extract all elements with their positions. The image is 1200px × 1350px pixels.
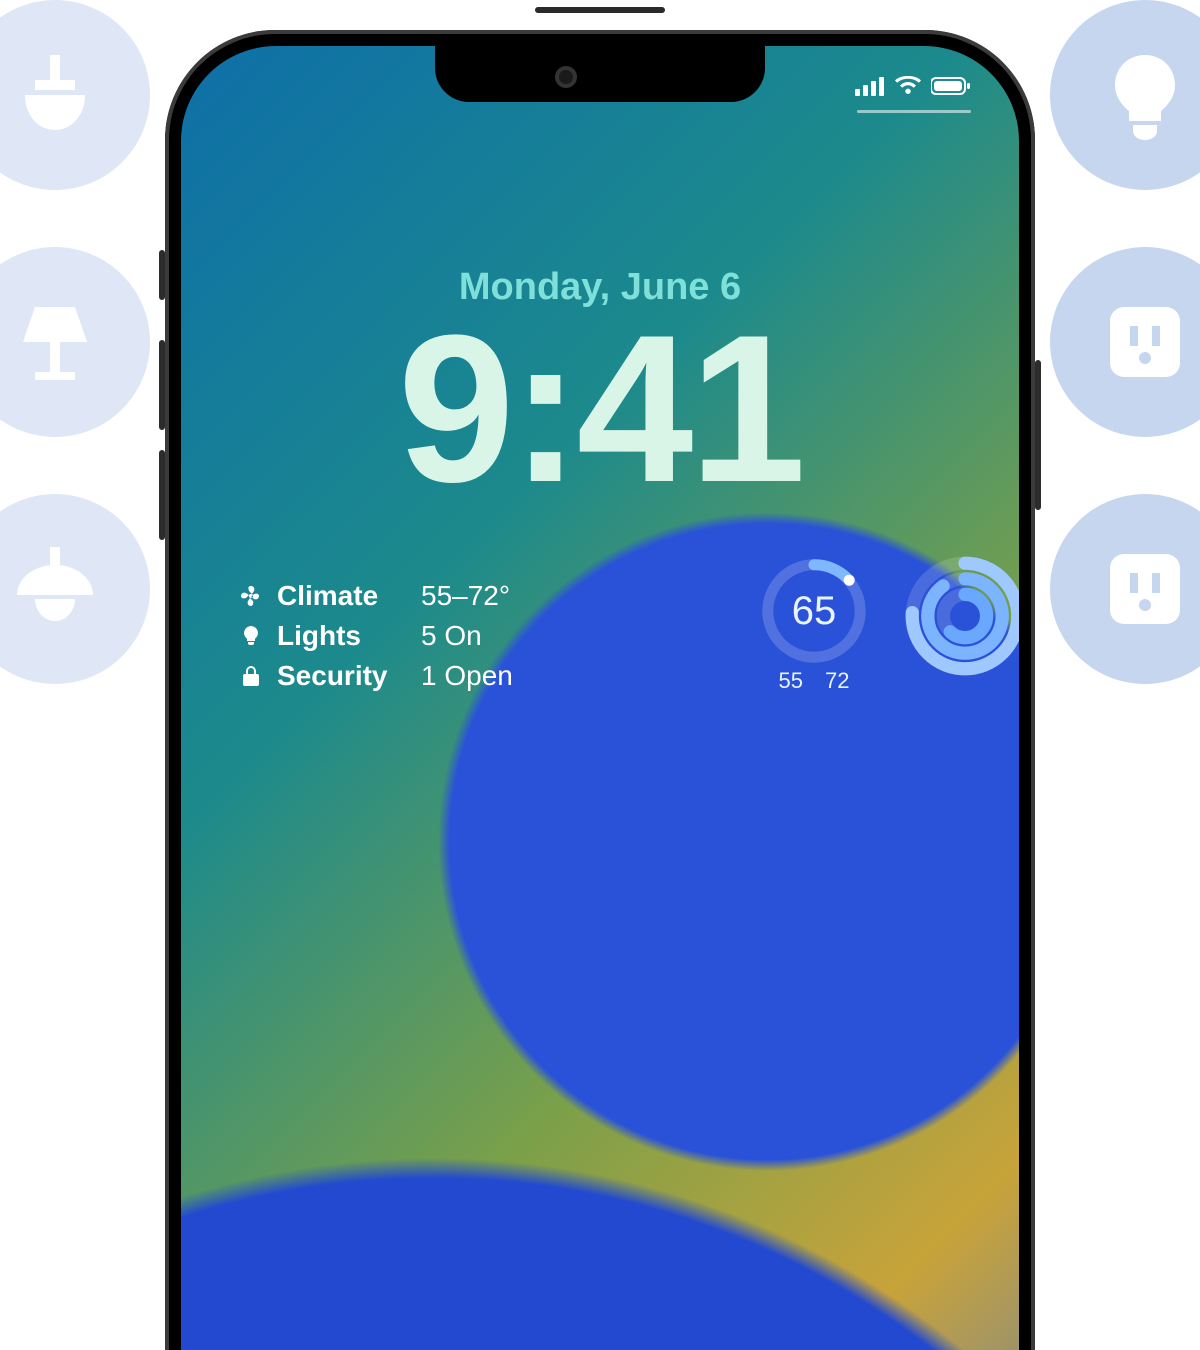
notch xyxy=(435,46,765,102)
bg-bulb-icon xyxy=(1050,0,1200,190)
volume-up-button[interactable] xyxy=(159,340,165,430)
cellular-icon xyxy=(855,76,885,96)
mute-switch[interactable] xyxy=(159,250,165,300)
iphone-frame: Monday, June 6 9:41 Climate 55–72° Light… xyxy=(165,30,1035,1350)
lights-value: 5 On xyxy=(421,620,482,652)
volume-down-button[interactable] xyxy=(159,450,165,540)
weather-current: 65 xyxy=(759,556,869,666)
wifi-icon xyxy=(895,76,921,96)
battery-icon xyxy=(931,76,971,96)
bulb-icon xyxy=(239,624,263,648)
security-value: 1 Open xyxy=(421,660,513,692)
weather-high: 72 xyxy=(825,668,849,694)
home-row-security: Security 1 Open xyxy=(239,656,513,696)
lock-screen[interactable]: Monday, June 6 9:41 Climate 55–72° Light… xyxy=(181,46,1019,1350)
bg-ceiling-light-icon xyxy=(0,494,150,684)
home-widget[interactable]: Climate 55–72° Lights 5 On Security 1 Op… xyxy=(239,576,513,696)
status-bar xyxy=(855,76,971,96)
bg-outlet2-icon xyxy=(1050,494,1200,684)
side-button[interactable] xyxy=(1035,360,1041,510)
home-row-climate: Climate 55–72° xyxy=(239,576,513,616)
front-camera xyxy=(555,66,577,88)
bg-outlet-icon xyxy=(1050,247,1200,437)
home-row-lights: Lights 5 On xyxy=(239,616,513,656)
status-underline xyxy=(857,110,971,113)
weather-widget[interactable]: 65 55 72 xyxy=(749,556,879,694)
climate-value: 55–72° xyxy=(421,580,510,612)
fan-icon xyxy=(239,584,263,608)
weather-low: 55 xyxy=(779,668,803,694)
speaker-grille xyxy=(535,7,665,13)
security-label: Security xyxy=(277,660,407,692)
bg-lamp-icon xyxy=(0,247,150,437)
climate-label: Climate xyxy=(277,580,407,612)
bg-sink-icon xyxy=(0,0,150,190)
lock-icon xyxy=(239,664,263,688)
lights-label: Lights xyxy=(277,620,407,652)
lockscreen-time[interactable]: 9:41 xyxy=(181,304,1019,514)
activity-rings-widget[interactable] xyxy=(905,556,1019,676)
